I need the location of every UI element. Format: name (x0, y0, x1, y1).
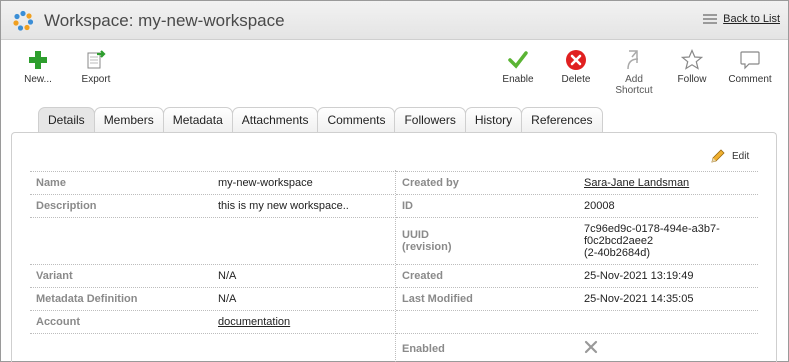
uuid-value-line3: (2-40b2684d) (584, 247, 651, 259)
field-label: Variant (36, 269, 73, 282)
tab-metadata[interactable]: Metadata (162, 107, 233, 132)
field-value: N/A (218, 269, 237, 282)
page-title: Workspace: my-new-workspace (44, 11, 285, 30)
field-row-enabled: Enabled (396, 333, 758, 362)
export-button[interactable]: Export (66, 48, 126, 85)
add-shortcut-icon (627, 50, 639, 70)
field-row-description: Description this is my new workspace.. (30, 194, 394, 216)
comment-label: Comment (728, 74, 772, 85)
delete-label: Delete (561, 74, 591, 85)
export-label: Export (81, 74, 111, 85)
new-label: New... (24, 74, 52, 85)
field-value: this is my new workspace.. (218, 199, 349, 212)
comment-button[interactable]: Comment (720, 48, 780, 85)
field-label: Last Modified (402, 292, 473, 305)
field-row-blank-right (396, 310, 758, 332)
back-to-list-label[interactable]: Back to List (723, 13, 780, 25)
checkmark-icon (508, 51, 528, 69)
add-shortcut-button[interactable]: Add Shortcut (604, 48, 664, 96)
pencil-icon (711, 149, 725, 163)
enable-label: Enable (502, 74, 534, 85)
follow-button[interactable]: Follow (662, 48, 722, 85)
field-row-empty (30, 217, 394, 264)
field-label: Account (36, 315, 80, 328)
uuid-value-group: 7c96ed9c-0178-494e-a3b7- f0c2bcd2aee2 (2… (584, 223, 720, 259)
new-button[interactable]: New... (8, 48, 68, 85)
follow-label: Follow (677, 74, 707, 85)
field-label: ID (402, 199, 413, 212)
field-label: UUID (402, 229, 429, 241)
field-row-created-by: Created by Sara-Jane Landsman (396, 171, 758, 193)
field-label: Enabled (402, 343, 445, 355)
add-shortcut-label-1: Add (625, 74, 643, 85)
tab-comments[interactable]: Comments (317, 107, 396, 132)
comment-icon (740, 51, 760, 70)
star-icon (681, 49, 703, 70)
field-label-revision: (revision) (402, 241, 452, 253)
delete-icon (566, 50, 586, 70)
field-value: 25-Nov-2021 14:35:05 (584, 292, 694, 305)
tab-attachments[interactable]: Attachments (231, 107, 319, 132)
tab-bar: Details Members Metadata Attachments Com… (38, 107, 603, 132)
workspace-logo-icon (13, 10, 34, 31)
tab-followers[interactable]: Followers (394, 107, 466, 132)
back-to-list-link[interactable]: Back to List (703, 13, 780, 25)
field-value: 25-Nov-2021 13:19:49 (584, 269, 694, 282)
tab-references[interactable]: References (521, 107, 603, 132)
field-label: Metadata Definition (36, 292, 138, 305)
field-value: N/A (218, 292, 237, 305)
field-row-uuid: UUID (revision) 7c96ed9c-0178-494e-a3b7-… (396, 217, 758, 264)
uuid-value-line1: 7c96ed9c-0178-494e-a3b7- (584, 223, 720, 235)
field-row-account: Account documentation (30, 310, 394, 332)
tab-members[interactable]: Members (93, 107, 164, 132)
field-label: Created by (402, 176, 459, 189)
field-row-blank (30, 333, 394, 355)
plus-icon (29, 51, 47, 69)
field-label: Created (402, 269, 443, 282)
delete-button[interactable]: Delete (546, 48, 606, 85)
field-row-last-modified: Last Modified 25-Nov-2021 14:35:05 (396, 287, 758, 309)
enable-button[interactable]: Enable (488, 48, 548, 85)
list-icon (703, 13, 718, 25)
account-link[interactable]: documentation (218, 316, 290, 328)
edit-label: Edit (732, 150, 750, 162)
field-value: my-new-workspace (218, 176, 313, 189)
field-row-name: Name my-new-workspace (30, 171, 394, 193)
field-label: Name (36, 176, 66, 189)
edit-button[interactable]: Edit (710, 148, 749, 164)
tab-details[interactable]: Details (38, 107, 95, 132)
uuid-label-group: UUID (revision) (402, 229, 452, 253)
title-bar: Workspace: my-new-workspace Back to List (1, 1, 788, 40)
created-by-link[interactable]: Sara-Jane Landsman (584, 177, 689, 189)
export-icon (87, 50, 106, 69)
tab-history[interactable]: History (464, 107, 523, 132)
add-shortcut-label-2: Shortcut (615, 85, 653, 96)
field-row-id: ID 20008 (396, 194, 758, 216)
field-value: 20008 (584, 199, 615, 212)
field-row-metadata-definition: Metadata Definition N/A (30, 287, 394, 309)
field-row-created: Created 25-Nov-2021 13:19:49 (396, 264, 758, 286)
x-mark-icon (584, 340, 598, 354)
field-row-variant: Variant N/A (30, 264, 394, 286)
field-label: Description (36, 199, 97, 212)
uuid-value-line2: f0c2bcd2aee2 (584, 235, 654, 247)
